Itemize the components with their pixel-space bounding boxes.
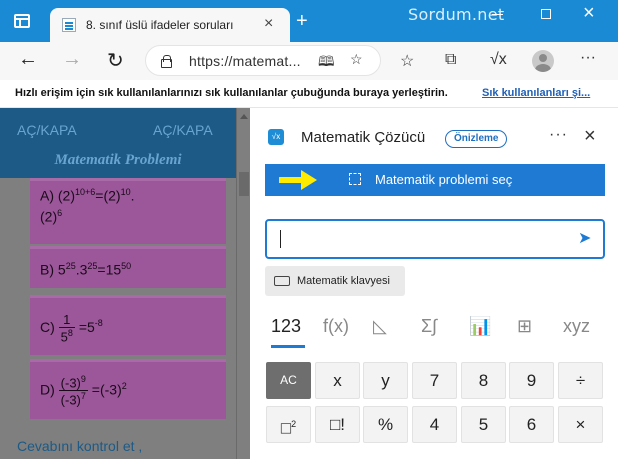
favorites-import-link[interactable]: Sık kullanılanları şi... bbox=[482, 87, 590, 99]
url-text[interactable]: https://matemat... bbox=[189, 53, 301, 69]
toggle-left-link[interactable]: AÇ/KAPA bbox=[17, 122, 77, 138]
read-aloud-icon[interactable]: 🕮 bbox=[318, 51, 335, 75]
tab-favicon-icon bbox=[62, 18, 76, 32]
window-close-button[interactable]: × bbox=[583, 2, 595, 25]
address-bar[interactable]: https://matemat... 🕮 ☆ bbox=[145, 45, 381, 76]
panel-more-icon[interactable]: ··· bbox=[549, 126, 568, 144]
preview-badge: Önizleme bbox=[445, 130, 508, 148]
back-button[interactable]: ← bbox=[18, 48, 38, 71]
profile-avatar[interactable] bbox=[532, 50, 554, 72]
send-icon[interactable]: ➤ bbox=[578, 228, 591, 248]
key-clear-all[interactable]: AC bbox=[266, 362, 311, 399]
tab-matrices[interactable]: ⊞ bbox=[517, 316, 532, 337]
key-x[interactable]: x bbox=[315, 362, 360, 399]
add-favorite-icon[interactable]: ☆ bbox=[350, 51, 363, 68]
tab-statistics[interactable]: 📊 bbox=[469, 316, 491, 337]
tab-close-icon[interactable]: × bbox=[264, 15, 273, 33]
key-7[interactable]: 7 bbox=[412, 362, 457, 399]
key-9[interactable]: 9 bbox=[509, 362, 554, 399]
math-solver-panel: √x Matematik Çözücü Önizleme ··· × Matem… bbox=[251, 108, 618, 459]
collections-icon[interactable]: ⧉ bbox=[445, 51, 456, 69]
select-math-problem-label: Matematik problemi seç bbox=[375, 172, 513, 187]
scroll-thumb[interactable] bbox=[239, 172, 249, 196]
math-input-field[interactable]: ➤ bbox=[265, 219, 605, 259]
question-b[interactable]: B) 525.325=1550 bbox=[30, 246, 226, 288]
panel-close-button[interactable]: × bbox=[584, 125, 596, 148]
math-solver-icon[interactable]: √x bbox=[490, 51, 507, 69]
forward-button[interactable]: → bbox=[62, 48, 82, 71]
maximize-button[interactable] bbox=[541, 9, 551, 19]
check-answer-link[interactable]: Cevabını kontrol et , bbox=[17, 438, 142, 454]
tab-letters[interactable]: xyz bbox=[563, 316, 590, 337]
favorites-bar: Hızlı erişim için sık kullanılanlarınızı… bbox=[0, 80, 618, 108]
selection-icon bbox=[349, 173, 361, 185]
favorites-hint: Hızlı erişim için sık kullanılanlarınızı… bbox=[15, 87, 448, 99]
question-c[interactable]: C) 1 58 =5-8 bbox=[30, 295, 226, 355]
math-solver-logo-icon: √x bbox=[268, 129, 284, 145]
favorites-icon[interactable]: ☆ bbox=[400, 51, 414, 71]
tab-numbers[interactable]: 123 bbox=[271, 316, 301, 337]
brand-watermark: Sordum.net bbox=[408, 5, 505, 24]
math-keyboard-button[interactable]: Matematik klavyesi bbox=[265, 266, 405, 296]
question-d[interactable]: D) (-3)9 (-3)7 =(-3)2 bbox=[30, 359, 226, 419]
address-toolbar: ← → ↻ https://matemat... 🕮 ☆ ☆ ⧉ √x ··· bbox=[0, 42, 618, 80]
tab-actions-icon[interactable] bbox=[14, 14, 30, 28]
key-5[interactable]: 5 bbox=[461, 406, 506, 443]
page-scrollbar[interactable] bbox=[236, 108, 250, 459]
question-a[interactable]: A) (2)10+6=(2)10. (2)6 bbox=[30, 178, 226, 244]
active-tab[interactable]: 8. sınıf üslü ifadeler soruları × bbox=[50, 8, 290, 42]
scroll-up-icon[interactable] bbox=[240, 114, 248, 119]
page-header: AÇ/KAPA AÇ/KAPA Matematik Problemi bbox=[0, 108, 236, 178]
key-percent[interactable]: % bbox=[363, 406, 408, 443]
key-factorial[interactable]: □! bbox=[315, 406, 360, 443]
refresh-button[interactable]: ↻ bbox=[107, 48, 124, 73]
math-keyboard-label: Matematik klavyesi bbox=[297, 275, 390, 287]
key-multiply[interactable]: × bbox=[558, 406, 603, 443]
minimize-button[interactable] bbox=[492, 14, 503, 15]
title-bar: 8. sınıf üslü ifadeler soruları × + Sord… bbox=[0, 0, 618, 42]
key-square[interactable]: □2 bbox=[266, 406, 311, 443]
key-divide[interactable]: ÷ bbox=[558, 362, 603, 399]
tab-functions[interactable]: f(x) bbox=[323, 316, 349, 337]
key-4[interactable]: 4 bbox=[412, 406, 457, 443]
settings-more-icon[interactable]: ··· bbox=[580, 49, 596, 67]
web-page: AÇ/KAPA AÇ/KAPA Matematik Problemi A) (2… bbox=[0, 108, 236, 459]
key-y[interactable]: y bbox=[363, 362, 408, 399]
tab-calculus[interactable]: Σ∫ bbox=[421, 316, 437, 337]
new-tab-button[interactable]: + bbox=[296, 10, 308, 33]
select-math-problem-button[interactable]: Matematik problemi seç bbox=[265, 164, 605, 196]
toggle-right-link[interactable]: AÇ/KAPA bbox=[153, 122, 213, 138]
arrow-right-icon bbox=[279, 170, 317, 190]
key-6[interactable]: 6 bbox=[509, 406, 554, 443]
tab-title: 8. sınıf üslü ifadeler soruları bbox=[86, 18, 234, 32]
text-caret bbox=[280, 230, 281, 248]
lock-icon[interactable] bbox=[160, 55, 172, 68]
key-8[interactable]: 8 bbox=[461, 362, 506, 399]
active-tab-indicator bbox=[271, 345, 305, 348]
keyboard-icon bbox=[274, 276, 290, 286]
panel-title: Matematik Çözücü bbox=[301, 129, 426, 146]
page-title: Matematik Problemi bbox=[54, 152, 182, 168]
tab-geometry[interactable]: ◺ bbox=[373, 316, 387, 337]
